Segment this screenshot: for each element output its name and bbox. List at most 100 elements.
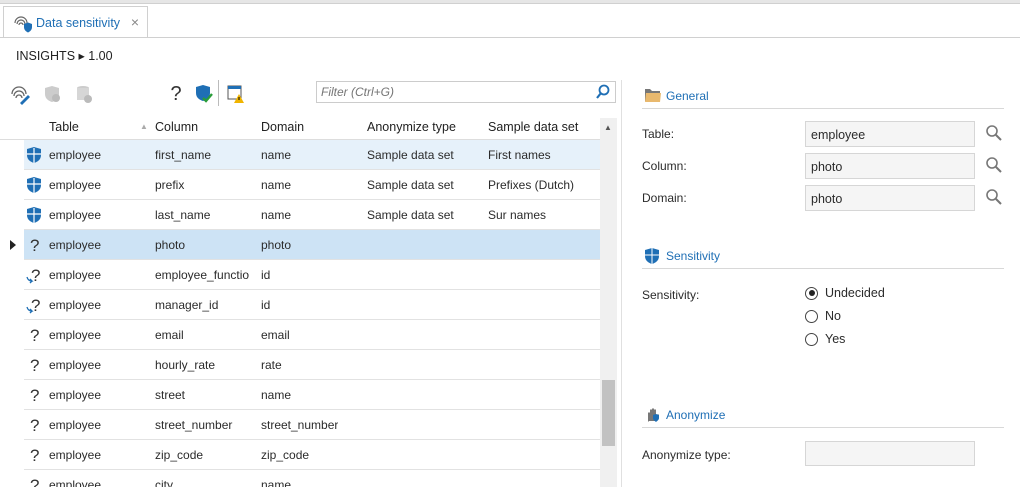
radio-circle[interactable] [805,309,818,323]
anonymize-type-field[interactable] [805,441,975,466]
cell-table: employee [49,358,102,372]
section-anonymize: Anonymize [642,404,1004,428]
table-row[interactable]: employee first_name name Sample data set… [24,140,600,170]
filter-input[interactable] [321,85,595,99]
fingerprint-shield-icon [14,15,32,32]
cell-sample-data-set: First names [488,148,551,162]
cell-domain: zip_code [261,448,310,462]
svg-text:?: ? [30,476,39,487]
cell-column: first_name [155,148,212,162]
search-icon[interactable] [595,84,611,100]
help-button[interactable]: ? [164,82,188,106]
database-shield-button[interactable] [72,82,96,106]
cell-table: employee [49,448,102,462]
lookup-column-icon[interactable] [985,156,1003,174]
cell-domain: email [261,328,290,342]
radio-no[interactable]: No [805,309,841,323]
cell-domain: photo [261,238,292,252]
column-label: Column: [642,159,687,173]
cell-domain: name [261,178,292,192]
section-sensitivity: Sensitivity [642,245,1004,269]
svg-text:?: ? [30,236,39,254]
header-column[interactable]: Column [155,120,198,134]
anonymize-type-label: Anonymize type: [642,448,731,462]
cell-anonymize-type: Sample data set [367,148,454,162]
svg-text:?: ? [30,326,39,344]
cell-anonymize-type: Sample data set [367,208,454,222]
radio-circle[interactable] [805,286,818,300]
cell-column: street [155,388,186,402]
section-title: Sensitivity [666,249,721,263]
radio-yes[interactable]: Yes [805,332,845,346]
cell-table: employee [49,388,102,402]
cell-sample-data-set: Prefixes (Dutch) [488,178,575,192]
window-top-border [0,0,1020,4]
question-icon: ? [26,416,42,434]
cell-table: employee [49,208,102,222]
table-row[interactable]: ? employee street_number street_number [24,410,600,440]
svg-text:?: ? [30,416,39,434]
lookup-domain-icon[interactable] [985,188,1003,206]
table-row[interactable]: ? employee email email [24,320,600,350]
cell-table: employee [49,238,102,252]
filter-input-box[interactable] [316,81,616,103]
question-icon: ? [26,386,42,404]
cell-domain: name [261,388,292,402]
table-row[interactable]: employee prefix name Sample data set Pre… [24,170,600,200]
cell-table: employee [49,268,102,282]
cell-domain: id [261,268,271,282]
radio-circle[interactable] [805,332,818,346]
sensitivity-label: Sensitivity: [642,288,700,302]
shield-icon [645,248,659,264]
domain-label: Domain: [642,191,687,205]
tab-data-sensitivity[interactable]: Data sensitivity × [3,6,148,38]
radio-undecided[interactable]: Undecided [805,286,885,300]
cell-table: employee [49,178,102,192]
cell-column: street_number [155,418,233,432]
section-general: General [642,85,1004,109]
section-title: Anonymize [666,408,726,422]
shield-icon [26,206,42,224]
question-icon: ? [26,476,42,487]
scrollbar-thumb[interactable] [602,380,615,446]
cell-sample-data-set: Sur names [488,208,547,222]
header-anonymize-type[interactable]: Anonymize type [367,120,456,134]
table-row[interactable]: ? employee city name [24,470,600,487]
table-row[interactable]: employee last_name name Sample data set … [24,200,600,230]
shield-icon [26,146,42,164]
domain-field[interactable]: photo [805,185,975,211]
cell-domain: street_number [261,418,339,432]
report-warning-button[interactable] [224,82,248,106]
table-row[interactable]: ? employee employee_functio id [24,260,600,290]
toolbar-separator [218,80,219,106]
shield-settings-button[interactable] [40,82,64,106]
question-link-icon: ? [26,296,42,314]
cell-column: email [155,328,184,342]
panel-splitter[interactable] [621,80,622,487]
header-sample-data-set[interactable]: Sample data set [488,120,578,134]
close-tab-icon[interactable]: × [131,14,139,30]
radio-label: Yes [825,332,846,346]
cell-column: manager_id [155,298,219,312]
scroll-up-icon[interactable]: ▲ [604,123,612,132]
svg-text:?: ? [30,356,39,374]
table-row[interactable]: ? employee street name [24,380,600,410]
fingerprint-edit-icon [11,86,30,105]
table-row[interactable]: ? employee photo photo [24,230,600,260]
header-table[interactable]: Table [49,120,79,134]
cell-column: employee_functio [155,268,250,282]
validate-shield-button[interactable] [192,82,216,106]
table-field[interactable]: employee [805,121,975,147]
table-row[interactable]: ? employee hourly_rate rate [24,350,600,380]
question-icon: ? [26,236,42,254]
fingerprint-edit-button[interactable] [8,82,32,106]
tab-label: Data sensitivity [36,15,121,30]
grid-vertical-scrollbar[interactable]: ▲ [600,118,617,487]
column-field[interactable]: photo [805,153,975,179]
lookup-table-icon[interactable] [985,124,1003,142]
question-icon: ? [26,446,42,464]
table-row[interactable]: ? employee zip_code zip_code [24,440,600,470]
cell-table: employee [49,328,102,342]
header-domain[interactable]: Domain [261,120,304,134]
table-row[interactable]: ? employee manager_id id [24,290,600,320]
